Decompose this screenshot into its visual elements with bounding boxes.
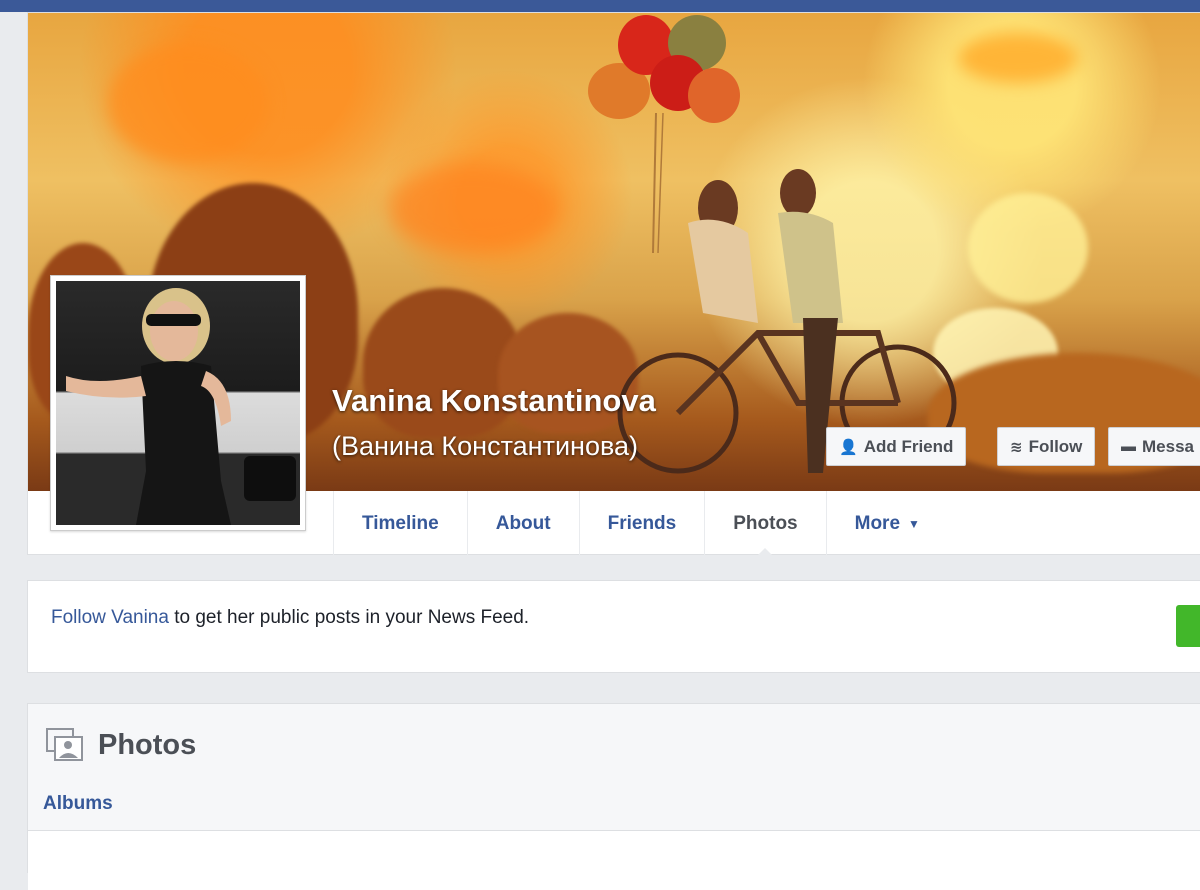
rss-icon: ≋ [1010,438,1023,456]
tab-more[interactable]: More ▼ [825,491,948,556]
add-friend-button[interactable]: 👤 Add Friend [826,427,967,466]
message-label: Messa [1142,436,1194,456]
add-friend-label: Add Friend [863,436,954,456]
tab-more-label: More [854,512,901,534]
profile-alternate-name: (Ванина Константинова) [332,431,639,461]
photos-icon [46,728,83,761]
profile-picture[interactable] [50,275,306,531]
follow-label: Follow [1028,436,1083,456]
message-button[interactable]: ▬ Messa [1108,427,1200,466]
profile-header: Vanina Konstantinova (Ванина Константино… [27,12,1200,557]
tab-friends[interactable]: Friends [578,491,705,556]
photos-section: Photos Albums [27,703,1200,890]
tab-about[interactable]: About [466,491,579,556]
photos-title: Photos [98,728,197,761]
profile-photo-illustration [66,288,296,525]
follow-prompt-message: to get her public posts in your News Fee… [168,607,530,628]
follow-prompt-card: Follow Vanina to get her public posts in… [27,580,1200,673]
tab-photos[interactable]: Photos [704,491,825,557]
chevron-down-icon: ▼ [908,516,920,531]
photos-header: Photos [46,728,196,762]
follow-button[interactable]: ≋ Follow [997,427,1096,466]
follow-prompt-link[interactable]: Follow Vanina [51,607,169,628]
tab-timeline[interactable]: Timeline [333,491,467,556]
profile-photo [56,281,300,525]
profile-nav-tabs: Timeline About Friends Photos More ▼ [333,491,948,557]
photos-grid [28,830,1200,890]
profile-name[interactable]: Vanina Konstantinova [332,383,656,419]
message-icon: ▬ [1121,438,1136,455]
top-navigation-bar [0,0,1200,12]
albums-link[interactable]: Albums [43,793,113,815]
follow-green-button[interactable] [1176,605,1200,647]
add-friend-icon: 👤 [839,438,858,456]
follow-prompt-text: Follow Vanina to get her public posts in… [51,607,529,629]
